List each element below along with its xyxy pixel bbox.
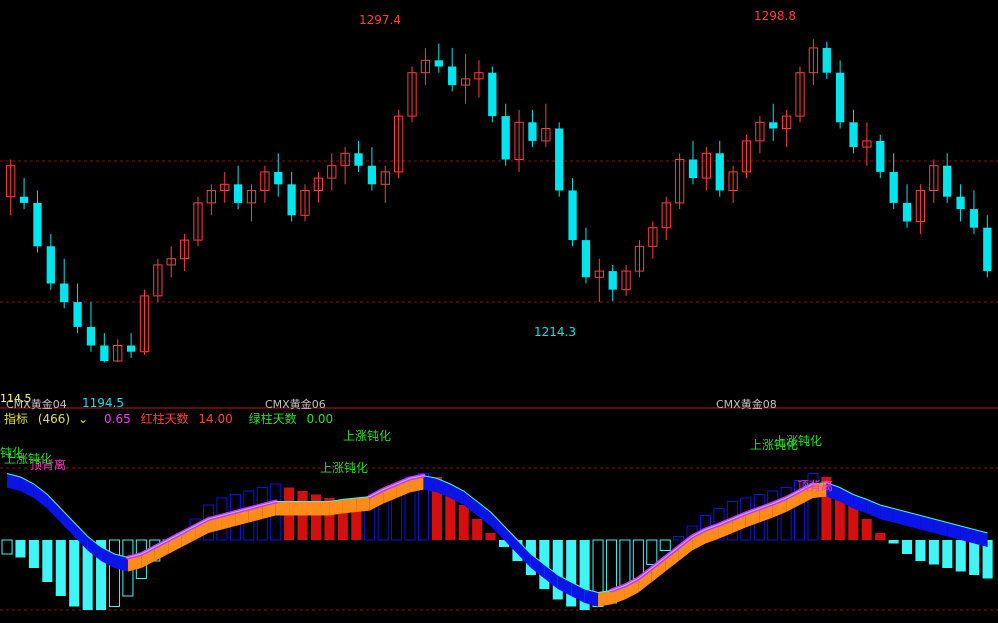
histogram-bar <box>888 540 899 544</box>
candle-body <box>943 165 952 197</box>
annotation-up-dulling-2: 上涨钝化 <box>320 461 369 475</box>
candle-body <box>715 153 724 191</box>
histogram-bar <box>673 536 685 541</box>
candle-body <box>876 140 885 172</box>
candle-body <box>836 72 845 123</box>
histogram-bar <box>659 539 671 551</box>
candle-body <box>126 345 136 352</box>
histogram-bar <box>901 540 913 554</box>
candle-body <box>902 202 912 222</box>
candle-body <box>367 165 377 185</box>
signal-band-segment <box>356 496 370 512</box>
green-days: 绿柱天数 0.00 <box>248 412 334 426</box>
candlestick-series <box>6 39 992 363</box>
candle-body <box>434 60 443 67</box>
candle-body <box>769 122 778 129</box>
candle-body <box>488 72 497 117</box>
low-price-label: 1194.5 <box>82 396 124 410</box>
candle-body <box>969 209 979 228</box>
histogram-bar <box>472 519 483 540</box>
annotation-top-divergence-1: 顶背离 <box>797 479 834 493</box>
histogram-bar <box>915 540 926 561</box>
histogram-bar <box>28 540 39 568</box>
signal-band-segment <box>315 501 330 516</box>
candle-body <box>33 202 42 247</box>
chevron-down-icon[interactable]: ⌄ <box>78 412 88 426</box>
low-price-label-2: 1214.3 <box>534 325 576 339</box>
candle-body <box>501 116 510 160</box>
histogram-bar <box>969 540 980 575</box>
histogram-bar <box>848 505 859 540</box>
indicator-legend: 指标 (466) ⌄ 0.65 红柱天数 14.00 绿柱天数 0.00 <box>4 410 345 427</box>
candle-body <box>956 196 965 210</box>
candle-body <box>233 184 243 203</box>
candle-body <box>528 122 537 141</box>
histogram-bar <box>646 539 658 565</box>
candle-body <box>822 47 831 73</box>
signal-band-segment <box>504 526 518 554</box>
signal-band-segment <box>275 501 290 516</box>
red-days: 红柱天数 14.00 <box>140 412 233 426</box>
annotation-up-dulling-left-2: 钝化 <box>0 446 25 460</box>
histogram-bar <box>928 540 939 565</box>
signal-band-segment <box>329 499 343 516</box>
candle-body <box>287 184 296 216</box>
candle-body <box>555 128 564 191</box>
histogram-bar <box>875 533 886 540</box>
high-price-label: 1297.4 <box>359 13 401 27</box>
signal-band-segment <box>33 484 48 509</box>
indicator-value: 0.65 <box>104 412 131 426</box>
candle-body <box>983 227 992 272</box>
candle-body <box>581 240 591 278</box>
stock-chart <box>0 39 998 611</box>
histogram-bar <box>955 540 966 572</box>
candle-body <box>889 171 898 203</box>
histogram-bar <box>632 539 644 579</box>
high-price-label-2: 1298.8 <box>754 9 796 23</box>
annotation-up-dulling-1: 上涨钝化 <box>343 429 392 443</box>
candle-body <box>86 326 96 346</box>
histogram-bar <box>42 540 53 582</box>
signal-band-segment <box>302 501 316 516</box>
candle-body <box>568 190 577 241</box>
candle-body <box>19 196 29 203</box>
histogram-bar <box>942 540 953 568</box>
contract-label-3: CMX黄金08 <box>716 398 777 411</box>
signal-band-segment <box>47 494 61 523</box>
oscillator-series <box>1 473 993 610</box>
indicator-name[interactable]: 指标 (466) ⌄ <box>4 412 94 426</box>
candle-body <box>448 66 457 86</box>
histogram-bar <box>15 540 26 558</box>
histogram-bar <box>55 540 66 596</box>
signal-band-segment <box>342 498 357 514</box>
signal-band-segment <box>289 501 303 516</box>
candle-body <box>100 345 109 361</box>
histogram-bar <box>485 533 496 540</box>
candle-body <box>73 302 82 327</box>
signal-band-segment <box>60 508 75 537</box>
histogram-bar <box>108 539 121 607</box>
candle-body <box>849 122 858 148</box>
signal-band-segment <box>598 590 612 607</box>
candle-body <box>60 283 69 303</box>
histogram-bar <box>1 539 13 555</box>
candle-body <box>46 246 55 284</box>
candle-body <box>274 171 283 185</box>
histogram-bar <box>861 519 872 540</box>
annotation-up-dulling-4: 上涨钝化 <box>774 434 823 448</box>
histogram-bar <box>69 540 80 607</box>
candle-body <box>354 153 363 166</box>
candle-body <box>688 159 698 179</box>
candle-body <box>608 271 617 290</box>
histogram-bar <box>458 505 469 540</box>
